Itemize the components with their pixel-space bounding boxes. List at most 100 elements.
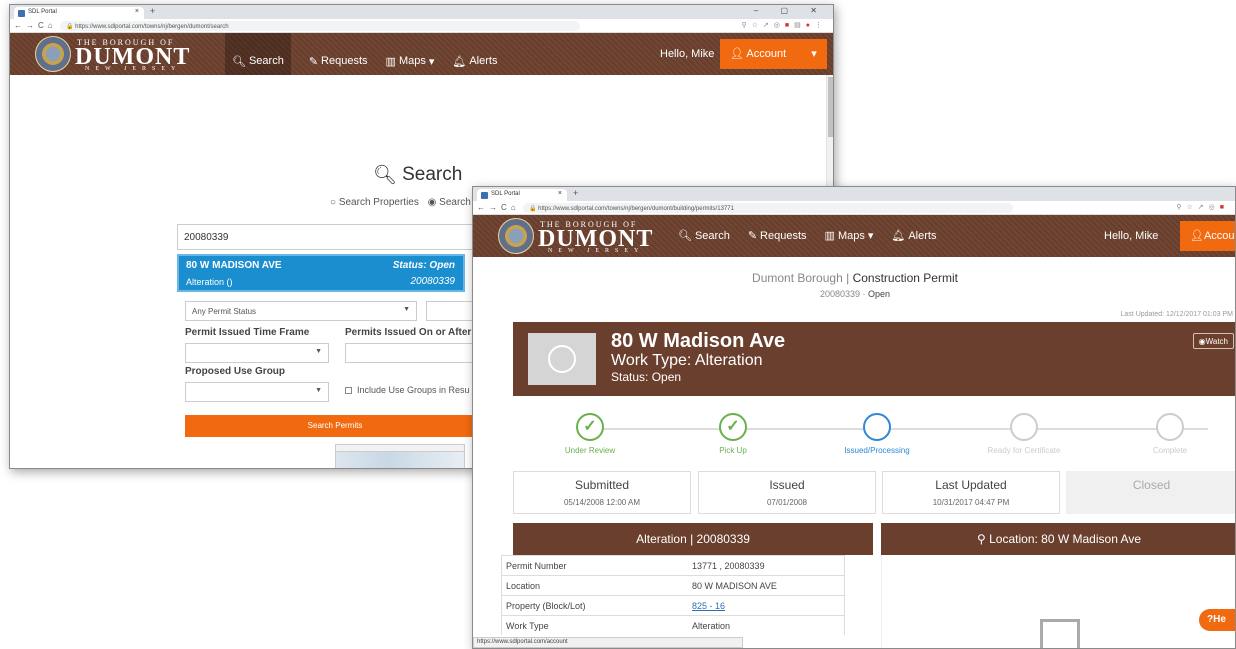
- permit-details-table: Permit Number 13771 , 20080339 Location …: [501, 555, 845, 635]
- use-group-label: Proposed Use Group: [185, 366, 286, 377]
- row-value: Alteration: [692, 621, 731, 631]
- address-bar-row: ←→C⌂ 🔒 https://www.sdlportal.com/towns/n…: [10, 19, 833, 33]
- permit-subtitle: 20080339 · Open: [473, 289, 1235, 299]
- permit-status-select[interactable]: Any Permit Status ▼: [185, 301, 417, 321]
- browser-tab-bar: SDL Portal × + – ▢ ✕: [10, 5, 833, 19]
- location-panel-title: Location: 80 W Madison Ave: [989, 532, 1141, 546]
- nav-alerts[interactable]: 🔔︎ Alerts: [452, 47, 497, 75]
- radio-search-properties[interactable]: ○ Search Properties: [330, 197, 419, 208]
- details-row-work-type: Work Type Alteration: [501, 615, 845, 635]
- watch-button[interactable]: ◉Watch: [1192, 333, 1234, 349]
- new-tab-button[interactable]: +: [573, 188, 578, 198]
- permit-hero-banner: 80 W Madison Ave Work Type: Alteration S…: [513, 322, 1235, 396]
- step-pick-up: ✓ Pick Up: [668, 413, 798, 455]
- nav-buttons[interactable]: ←→C⌂: [14, 21, 57, 30]
- map-icon: ▥: [824, 230, 835, 242]
- tab-title: SDL Portal: [28, 9, 57, 15]
- submitted-label: Submitted: [574, 478, 630, 492]
- account-button[interactable]: 👤︎Account: [1180, 221, 1235, 251]
- new-tab-button[interactable]: +: [150, 6, 155, 16]
- details-panel-title: Alteration | 20080339: [513, 523, 873, 555]
- map-thumbnail[interactable]: [335, 444, 465, 468]
- link-status-bar: https://www.sdlportal.com/account: [473, 637, 743, 648]
- address-bar[interactable]: 🔒 https://www.sdlportal.com/towns/nj/ber…: [523, 203, 1013, 213]
- check-icon: ✓: [576, 413, 604, 441]
- use-group-select[interactable]: ▼: [185, 382, 329, 402]
- nav-maps[interactable]: ▥ Maps ▾: [386, 47, 435, 75]
- pending-step-circle-icon: [1010, 413, 1038, 441]
- radio-search-permits[interactable]: ◉ Search: [428, 197, 471, 208]
- favicon-icon: [18, 10, 25, 17]
- permit-progress-steps: ✓ Under Review ✓ Pick Up Issued/Processi…: [513, 413, 1235, 463]
- greeting: Hello, Mike: [660, 48, 715, 60]
- bell-icon: 🔔︎: [891, 230, 906, 242]
- search-icon: 🔍︎: [373, 165, 398, 186]
- step-label: Under Review: [564, 446, 616, 455]
- row-key: Location: [506, 581, 541, 591]
- nav-maps[interactable]: ▥ Maps ▾: [824, 229, 874, 243]
- search-suggestion[interactable]: 80 W MADISON AVE Status: Open Alteration…: [177, 254, 465, 292]
- caret-down-icon: ▼: [315, 387, 322, 394]
- account-button[interactable]: 👤︎ Account ▾: [720, 39, 827, 69]
- search-type-radios: ○ Search Properties ◉ Search: [330, 197, 477, 208]
- last-updated-label: Last Updated: [935, 478, 1007, 492]
- include-use-groups-checkbox[interactable]: Include Use Groups in Resu: [345, 385, 470, 395]
- address-bar-row: ←→C⌂ 🔒 https://www.sdlportal.com/towns/n…: [473, 201, 1235, 215]
- search-icon: 🔍︎: [232, 55, 246, 68]
- search-heading: 🔍︎ Search: [373, 164, 463, 186]
- check-icon: ✓: [719, 413, 747, 441]
- logo-bottom-text: NEW JERSEY: [548, 248, 645, 254]
- caret-down-icon: ▾: [867, 230, 874, 242]
- submitted-value: 05/14/2008 12:00 AM: [563, 498, 641, 507]
- property-block-lot-link[interactable]: 825 - 16: [692, 601, 725, 611]
- address-bar[interactable]: 🔒 https://www.sdlportal.com/towns/nj/ber…: [60, 21, 580, 31]
- location-map-area[interactable]: [881, 555, 1235, 648]
- site-header: THE BOROUGH OF DUMONT NEW JERSEY 🔍︎ Searc…: [10, 33, 833, 75]
- scrollbar-thumb[interactable]: [828, 77, 833, 137]
- search-permits-button[interactable]: Search Permits: [185, 415, 485, 437]
- breadcrumb-borough[interactable]: Dumont Borough: [752, 271, 843, 285]
- tab-title: SDL Portal: [491, 191, 520, 197]
- close-tab-icon[interactable]: ×: [135, 8, 139, 15]
- extension-icons[interactable]: ⚲☆↗◎■▤●⋮: [742, 21, 827, 29]
- window-controls[interactable]: – ▢ ✕: [754, 6, 827, 15]
- last-updated-value: 10/31/2017 04:47 PM: [932, 498, 1010, 507]
- help-button[interactable]: ?He: [1199, 609, 1235, 631]
- nav-requests[interactable]: ✎ Requests: [309, 47, 368, 75]
- on-after-label: Permits Issued On or After: [345, 327, 472, 338]
- nav-buttons[interactable]: ←→C⌂: [477, 203, 520, 212]
- row-key: Permit Number: [506, 561, 567, 571]
- map-icon: ▥: [385, 55, 396, 68]
- permit-status-text: Open: [868, 289, 891, 299]
- step-complete: Complete: [1105, 413, 1235, 455]
- site-header: THE BOROUGH OF DUMONT NEW JERSEY 🔍︎ Searc…: [473, 215, 1235, 257]
- details-row-location: Location 80 W MADISON AVE: [501, 575, 845, 595]
- nav-search[interactable]: 🔍︎ Search: [225, 33, 291, 75]
- search-input[interactable]: 20080339: [177, 224, 477, 250]
- eye-slash-icon: ◉: [1198, 337, 1206, 346]
- location-panel-header: ⚲ Location: 80 W Madison Ave: [881, 523, 1235, 555]
- last-updated-text: Last Updated: 12/12/2017 01:03 PM: [1120, 311, 1233, 318]
- nav-requests[interactable]: ✎ Requests: [748, 229, 807, 243]
- breadcrumb: Dumont Borough | Construction Permit: [473, 271, 1235, 285]
- nav-search[interactable]: 🔍︎ Search: [678, 229, 730, 243]
- checkbox-icon: [345, 387, 352, 394]
- on-after-date-input[interactable]: [345, 343, 485, 363]
- browser-tab[interactable]: SDL Portal ×: [14, 7, 144, 19]
- nav-alerts[interactable]: 🔔︎ Alerts: [891, 229, 936, 243]
- timeframe-select[interactable]: ▼: [185, 343, 329, 363]
- row-value: 13771 , 20080339: [692, 561, 765, 571]
- search-icon: 🔍︎: [678, 230, 692, 242]
- map-marker-icon: ⚲: [976, 532, 986, 546]
- borough-seal-icon: [498, 218, 534, 254]
- extension-icons[interactable]: ⚲☆↗◎■: [1176, 203, 1229, 211]
- browser-tab[interactable]: SDL Portal ×: [477, 189, 567, 201]
- step-label: Pick Up: [719, 446, 747, 455]
- submitted-box: Submitted 05/14/2008 12:00 AM: [513, 471, 691, 514]
- close-tab-icon[interactable]: ×: [558, 190, 562, 197]
- caret-down-icon: ▼: [315, 348, 322, 355]
- permit-number-text: 20080339: [819, 289, 860, 299]
- lock-icon: 🔒: [529, 206, 539, 212]
- step-issued-processing: Issued/Processing: [812, 413, 942, 455]
- step-under-review: ✓ Under Review: [525, 413, 655, 455]
